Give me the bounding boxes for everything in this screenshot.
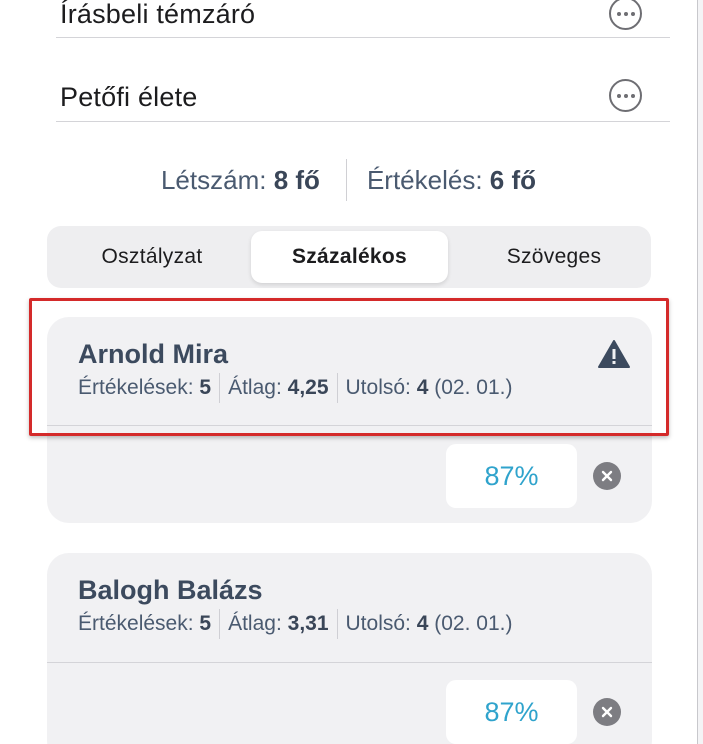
score-input[interactable]: 87% <box>446 444 577 508</box>
ellipsis-circle-icon[interactable] <box>609 0 642 30</box>
ellipsis-circle-icon[interactable] <box>609 79 642 112</box>
segment-szoveges[interactable]: Szöveges <box>463 231 645 283</box>
student-card: Balogh Balázs Értékelések: 5 Átlag: 3,31… <box>47 553 652 744</box>
headcount-value: 8 fő <box>273 164 320 195</box>
stats-divider <box>219 609 221 639</box>
segment-osztalyzat[interactable]: Osztályzat <box>53 231 251 283</box>
clear-circle-icon[interactable] <box>593 462 621 490</box>
last-label: Utolsó: <box>345 612 411 635</box>
student-name: Balogh Balázs <box>78 575 263 605</box>
highlight-box <box>29 298 669 436</box>
clear-circle-icon[interactable] <box>593 698 621 726</box>
last-date: (02. 01.) <box>434 612 513 635</box>
grades-count: 5 <box>199 612 212 635</box>
graded-value: 6 fő <box>489 164 537 195</box>
topic-title: Írásbeli témzáró <box>60 0 256 29</box>
headcount-label: Létszám: <box>160 164 267 195</box>
counts-divider <box>345 159 347 201</box>
stats-divider <box>336 609 338 639</box>
topic-title: Petőfi élete <box>60 82 198 112</box>
average-label: Átlag: <box>228 612 282 635</box>
score-input[interactable]: 87% <box>446 680 577 744</box>
scrollbar-track[interactable] <box>698 0 703 744</box>
topic-row[interactable]: Petőfi élete <box>56 38 670 122</box>
class-counts: Létszám: 8 fő Értékelés: 6 fő <box>0 158 697 202</box>
segment-szazalekos[interactable]: Százalékos <box>251 231 448 283</box>
last-value: 4 <box>416 612 429 635</box>
card-divider <box>47 662 652 663</box>
grading-mode-segmented-control: Osztályzat Százalékos Szöveges <box>47 226 651 288</box>
grades-label: Értékelések: <box>78 612 194 635</box>
topic-row[interactable]: Írásbeli témzáró <box>56 0 670 38</box>
average-value: 3,31 <box>287 612 329 635</box>
graded-label: Értékelés: <box>366 164 483 195</box>
student-stats: Értékelések: 5 Átlag: 3,31 Utolsó: 4 (02… <box>78 609 512 639</box>
